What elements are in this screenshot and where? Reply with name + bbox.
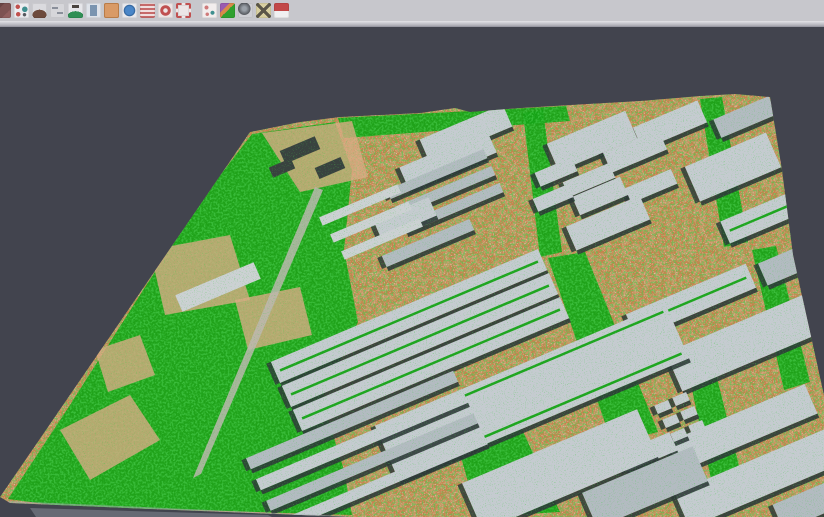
orthophoto-icon[interactable]: [104, 3, 119, 18]
measure-cross-icon[interactable]: [256, 3, 271, 18]
toolbar-group-separator: [194, 3, 199, 18]
point-density-icon[interactable]: [50, 3, 65, 18]
point-cloud-scene: [0, 27, 824, 517]
profile-view-icon[interactable]: [86, 3, 101, 18]
render-sphere-icon[interactable]: [238, 3, 253, 18]
clip-box-icon[interactable]: [0, 3, 11, 18]
classify-points-icon[interactable]: [14, 3, 29, 18]
globe-view-icon[interactable]: [122, 3, 137, 18]
surface-model-icon[interactable]: [68, 3, 83, 18]
select-region-icon[interactable]: [176, 3, 191, 18]
main-toolbar: [0, 0, 824, 21]
target-circle-icon[interactable]: [158, 3, 173, 18]
viewport-3d[interactable]: [0, 27, 824, 517]
terrain-icon[interactable]: [32, 3, 47, 18]
sample-points-icon[interactable]: [202, 3, 217, 18]
layer-list-icon[interactable]: [140, 3, 155, 18]
flag-material-icon[interactable]: [274, 3, 289, 18]
classification-colors-icon[interactable]: [220, 3, 235, 18]
